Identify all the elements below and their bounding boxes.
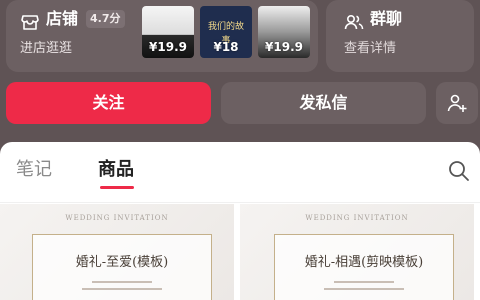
decorative-text-lines xyxy=(33,281,211,290)
product-thumbnail[interactable]: ¥19.9 xyxy=(258,6,310,58)
follow-button[interactable]: 关注 xyxy=(6,82,211,124)
thumbnail-art-text: 我们的故事 xyxy=(207,22,244,46)
decorative-text-lines xyxy=(275,281,453,290)
active-tab-indicator xyxy=(100,186,134,189)
product-header-text: WEDDING INVITATION xyxy=(305,214,409,222)
invitation-frame: 婚礼-至爱(模板) xyxy=(32,234,212,300)
add-user-icon xyxy=(447,94,467,112)
group-icon xyxy=(344,14,364,30)
search-icon[interactable] xyxy=(446,158,472,184)
store-rating-badge: 4.7分 xyxy=(86,10,125,28)
store-icon xyxy=(21,15,39,30)
product-title: 婚礼-相遇(剪映模板) xyxy=(304,255,424,270)
store-title: 店铺 xyxy=(46,9,79,28)
invitation-frame: 婚礼-相遇(剪映模板) xyxy=(274,234,454,300)
product-header-text: WEDDING INVITATION xyxy=(65,214,169,222)
content-panel: 笔记 商品 WEDDING INVITATION 婚礼-至爱(模板) WEDDI… xyxy=(0,142,480,300)
product-card[interactable]: WEDDING INVITATION 婚礼-至爱(模板) xyxy=(0,204,234,300)
tab-notes[interactable]: 笔记 xyxy=(16,158,52,182)
group-chat-card[interactable]: 群聊 查看详情 xyxy=(326,0,474,72)
product-thumbnail[interactable]: ¥19.9 xyxy=(142,6,194,58)
divider xyxy=(0,202,480,203)
product-title: 婚礼-至爱(模板) xyxy=(75,255,169,270)
thumbnail-price: ¥19.9 xyxy=(149,40,187,54)
thumbnail-price: ¥18 xyxy=(213,40,239,54)
view-details-link[interactable]: 查看详情 xyxy=(344,40,396,58)
thumbnail-price: ¥19.9 xyxy=(265,40,303,54)
group-chat-title: 群聊 xyxy=(370,9,403,28)
add-friend-button[interactable] xyxy=(436,82,478,124)
tab-products[interactable]: 商品 xyxy=(98,158,134,182)
product-thumbnail[interactable]: 我们的故事 ¥18 xyxy=(200,6,252,58)
send-message-button[interactable]: 发私信 xyxy=(221,82,426,124)
product-card[interactable]: WEDDING INVITATION 婚礼-相遇(剪映模板) xyxy=(240,204,474,300)
store-card[interactable]: 店铺 4.7分 进店逛逛 ¥19.9 我们的故事 ¥18 ¥19.9 xyxy=(6,0,318,72)
visit-store-link[interactable]: 进店逛逛 xyxy=(20,40,72,58)
